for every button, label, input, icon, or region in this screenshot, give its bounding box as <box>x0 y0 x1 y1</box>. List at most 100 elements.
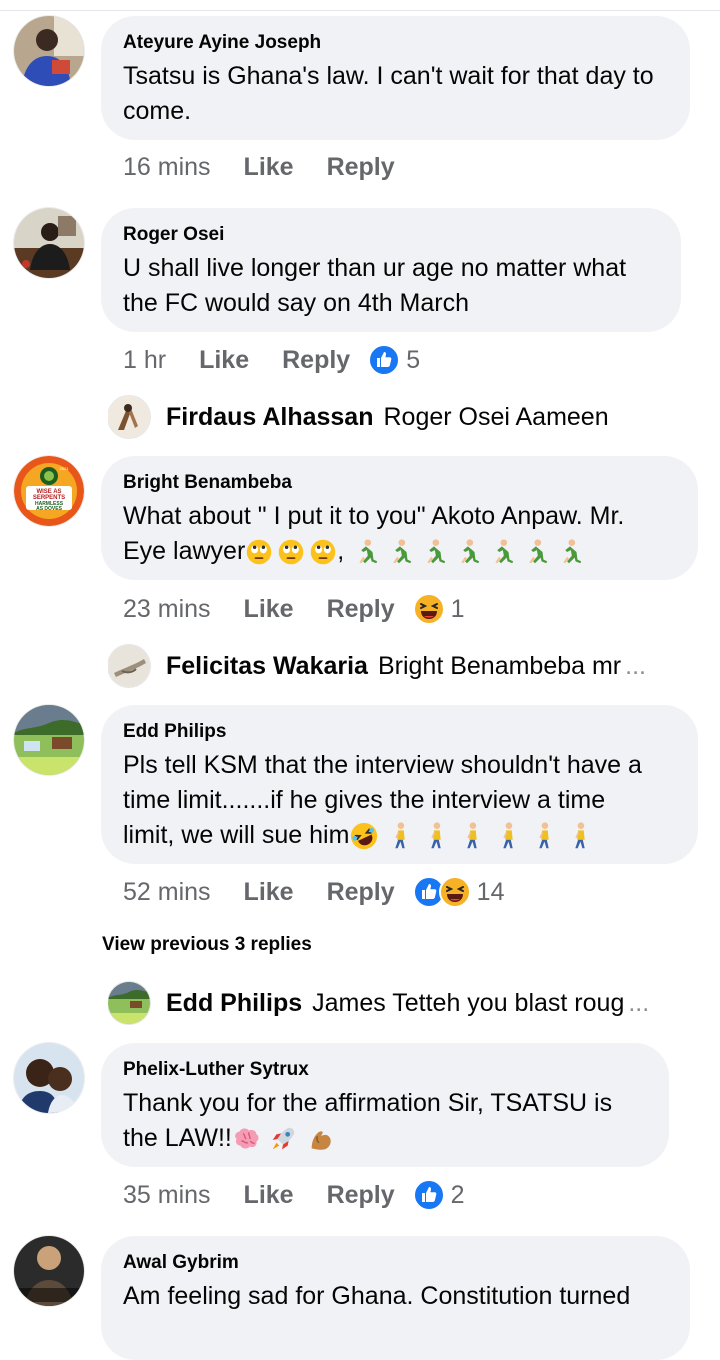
runner-emoji <box>452 537 482 567</box>
comment-text: Am feeling sad for Ghana. Constitution t… <box>123 1282 631 1310</box>
reply-button[interactable]: Reply <box>327 878 395 907</box>
runner-emoji <box>418 537 448 567</box>
comment-time[interactable]: 23 mins <box>123 595 211 624</box>
comma: , <box>337 537 345 565</box>
walker-emoji <box>529 821 559 851</box>
runner-emoji <box>520 537 550 567</box>
reply-author[interactable]: Felicitas Wakaria <box>166 652 368 681</box>
walker-emoji <box>457 821 487 851</box>
avatar[interactable]: WISE AS SERPENTS HARMLESS AS DOVES 2021 <box>14 456 84 526</box>
comment-bubble[interactable]: Ateyure Ayine Joseph Tsatsu is Ghana's l… <box>101 16 690 140</box>
comment-text: U shall live longer than ur age no matte… <box>123 254 627 317</box>
reply-text: James Tetteh you blast roug <box>312 988 625 1017</box>
haha-reaction-icon[interactable] <box>413 593 445 625</box>
comment-time[interactable]: 35 mins <box>123 1181 211 1210</box>
avatar[interactable] <box>108 982 150 1024</box>
rocket-emoji <box>268 1124 298 1154</box>
comment-author[interactable]: Edd Philips <box>123 721 676 743</box>
eye-roll-emoji <box>245 538 273 566</box>
reaction-count[interactable]: 14 <box>477 878 505 907</box>
comment-actions: 52 mins Like Reply 14 <box>123 876 504 908</box>
comment-time[interactable]: 1 hr <box>123 346 166 375</box>
comment-text-line: Thank you for the affirmation Sir, TSATS… <box>123 1089 613 1117</box>
avatar[interactable] <box>14 208 84 278</box>
comment-text: Tsatsu is Ghana's law. I can't wait for … <box>123 62 654 125</box>
like-reaction-icon[interactable] <box>368 344 400 376</box>
runner-emoji <box>486 537 516 567</box>
comment-text-line: the LAW!! <box>123 1121 647 1156</box>
runner-emoji <box>384 537 414 567</box>
like-reaction-icon[interactable] <box>413 1179 445 1211</box>
reply-button[interactable]: Reply <box>327 1181 395 1210</box>
comment-bubble[interactable]: Edd Philips Pls tell KSM that the interv… <box>101 705 698 864</box>
brain-emoji <box>232 1124 262 1154</box>
comment-bubble[interactable]: Phelix-Luther Sytrux Thank you for the a… <box>101 1043 669 1167</box>
eye-roll-emoji <box>277 538 305 566</box>
like-button[interactable]: Like <box>244 595 294 624</box>
comment-text-segment: limit, we will sue him <box>123 821 350 849</box>
reply-button[interactable]: Reply <box>327 595 395 624</box>
comment-time[interactable]: 52 mins <box>123 878 211 907</box>
reaction-count[interactable]: 2 <box>451 1181 465 1210</box>
reply-author[interactable]: Edd Philips <box>166 989 302 1018</box>
view-previous-replies-link[interactable]: View previous 3 replies <box>102 934 312 956</box>
badge-line-4: AS DOVES <box>36 506 63 512</box>
like-button[interactable]: Like <box>199 346 249 375</box>
walker-emoji <box>565 821 595 851</box>
runner-emoji <box>554 537 584 567</box>
comment-text-line: What about " I put it to you" Akoto Anpa… <box>123 502 625 530</box>
reply-preview[interactable]: Edd Philips James Tetteh you blast roug … <box>108 981 708 1025</box>
comment-text-line: Eye lawyer , <box>123 534 676 569</box>
comment-time[interactable]: 16 mins <box>123 153 211 182</box>
top-divider <box>0 0 720 11</box>
truncation-ellipsis: ... <box>625 651 646 680</box>
comment-text-segment: Eye lawyer <box>123 537 246 565</box>
walker-emoji <box>385 821 415 851</box>
walker-emoji <box>421 821 451 851</box>
comment-text: What about " I put it to you" Akoto Anpa… <box>123 499 676 569</box>
eye-roll-emoji <box>309 538 337 566</box>
walker-emoji <box>493 821 523 851</box>
comment-author[interactable]: Phelix-Luther Sytrux <box>123 1059 647 1081</box>
truncation-ellipsis: ... <box>628 988 650 1017</box>
avatar[interactable] <box>108 396 150 438</box>
comment-author[interactable]: Ateyure Ayine Joseph <box>123 32 668 54</box>
comment-actions: 35 mins Like Reply 2 <box>123 1179 465 1211</box>
comment-bubble[interactable]: Bright Benambeba What about " I put it t… <box>101 456 698 580</box>
avatar[interactable] <box>108 645 150 687</box>
reply-preview[interactable]: Firdaus Alhassan Roger Osei Aameen <box>108 395 708 439</box>
comment-actions: 23 mins Like Reply 1 <box>123 593 465 625</box>
haha-reaction-icon[interactable] <box>439 876 471 908</box>
reply-author[interactable]: Firdaus Alhassan <box>166 403 373 432</box>
comment-author[interactable]: Roger Osei <box>123 224 659 246</box>
like-button[interactable]: Like <box>244 1181 294 1210</box>
reply-preview[interactable]: Felicitas Wakaria Bright Benambeba mr ..… <box>108 644 708 688</box>
flexed-biceps-emoji <box>306 1124 336 1154</box>
like-button[interactable]: Like <box>244 878 294 907</box>
comment-author[interactable]: Awal Gybrim <box>123 1252 668 1274</box>
comment-bubble[interactable]: Roger Osei U shall live longer than ur a… <box>101 208 681 332</box>
reply-text: Bright Benambeba mr <box>377 651 622 680</box>
reaction-count[interactable]: 1 <box>451 595 465 624</box>
reaction-count[interactable]: 5 <box>406 346 420 375</box>
comment-text: Thank you for the affirmation Sir, TSATS… <box>123 1086 647 1156</box>
reply-button[interactable]: Reply <box>282 346 350 375</box>
runner-emoji <box>350 537 380 567</box>
reply-button[interactable]: Reply <box>327 153 395 182</box>
comment-text: Pls tell KSM that the interview shouldn'… <box>123 748 676 853</box>
comment-actions: 1 hr Like Reply 5 <box>123 344 420 376</box>
like-button[interactable]: Like <box>244 153 294 182</box>
badge-year: 2021 <box>60 466 70 471</box>
avatar[interactable] <box>14 1043 84 1113</box>
comment-author[interactable]: Bright Benambeba <box>123 472 676 494</box>
avatar[interactable] <box>14 705 84 775</box>
comment-text-line: Pls tell KSM that the interview shouldn'… <box>123 751 642 779</box>
comment-actions: 16 mins Like Reply <box>123 153 413 182</box>
comment-text-segment: the LAW!! <box>123 1124 232 1152</box>
reply-text: Roger Osei Aameen <box>383 402 609 431</box>
avatar[interactable] <box>14 16 84 86</box>
avatar[interactable] <box>14 1236 84 1306</box>
comment-bubble[interactable]: Awal Gybrim Am feeling sad for Ghana. Co… <box>101 1236 690 1360</box>
comment-text-line: time limit.......if he gives the intervi… <box>123 786 606 814</box>
rofl-emoji <box>349 821 379 851</box>
